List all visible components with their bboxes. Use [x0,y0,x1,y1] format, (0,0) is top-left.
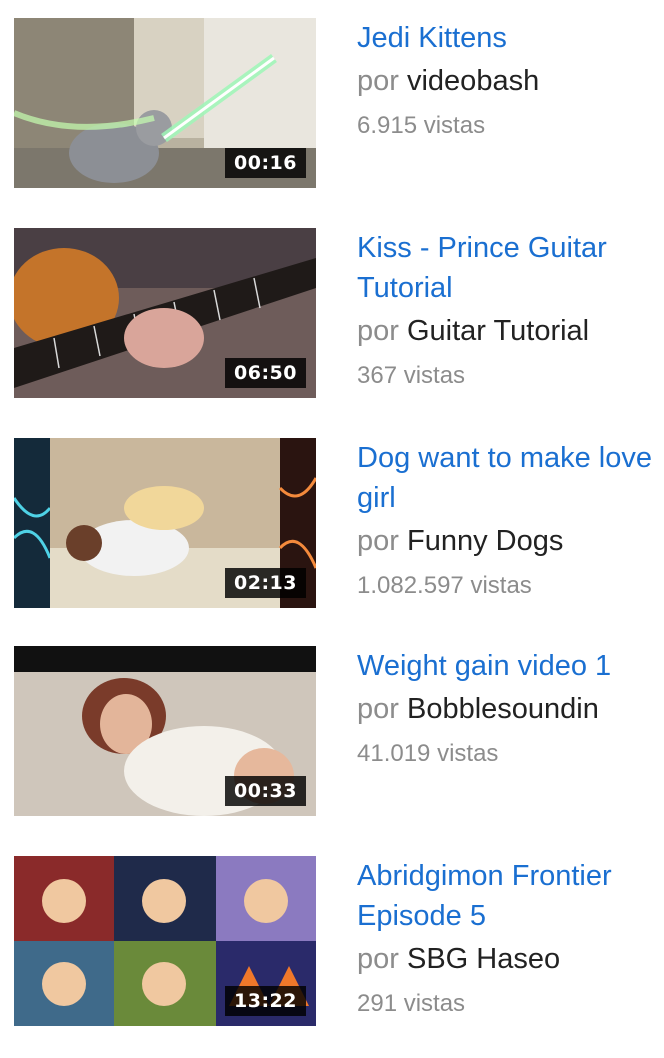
video-channel: por Guitar Tutorial [357,308,657,354]
video-title-link[interactable]: Weight gain video 1 [357,646,657,686]
video-channel: por videobash [357,58,657,104]
video-channel: por SBG Haseo [357,936,657,982]
channel-name[interactable]: Bobblesoundin [407,693,599,725]
video-thumbnail[interactable]: 00:16 [14,18,316,188]
video-thumbnail[interactable]: 13:22 [14,856,316,1026]
duration-badge: 06:50 [225,358,306,388]
view-count: 1.082.597 vistas [357,572,532,599]
video-channel: por Bobblesoundin [357,686,657,732]
duration-badge: 02:13 [225,568,306,598]
video-title-link[interactable]: Kiss - Prince Guitar Tutorial [357,228,657,308]
video-thumbnail[interactable]: 06:50 [14,228,316,398]
video-thumbnail[interactable]: 02:13 [14,438,316,608]
channel-name[interactable]: Guitar Tutorial [407,315,589,347]
duration-badge: 00:16 [225,148,306,178]
duration-badge: 13:22 [225,986,306,1016]
by-prefix: por [357,943,399,975]
view-count: 6.915 vistas [357,112,486,139]
video-title-link[interactable]: Abridgimon Frontier Episode 5 [357,856,657,936]
video-title-link[interactable]: Dog want to make love girl [357,438,657,518]
view-count: 367 vistas [357,362,466,389]
duration-badge: 00:33 [225,776,306,806]
video-title-link[interactable]: Jedi Kittens [357,18,657,58]
channel-name[interactable]: Funny Dogs [407,525,563,557]
by-prefix: por [357,315,399,347]
channel-name[interactable]: SBG Haseo [407,943,560,975]
view-count: 41.019 vistas [357,740,499,767]
channel-name[interactable]: videobash [407,65,539,97]
by-prefix: por [357,693,399,725]
view-count: 291 vistas [357,990,466,1017]
video-channel: por Funny Dogs [357,518,657,564]
by-prefix: por [357,525,399,557]
video-thumbnail[interactable]: 00:33 [14,646,316,816]
by-prefix: por [357,65,399,97]
